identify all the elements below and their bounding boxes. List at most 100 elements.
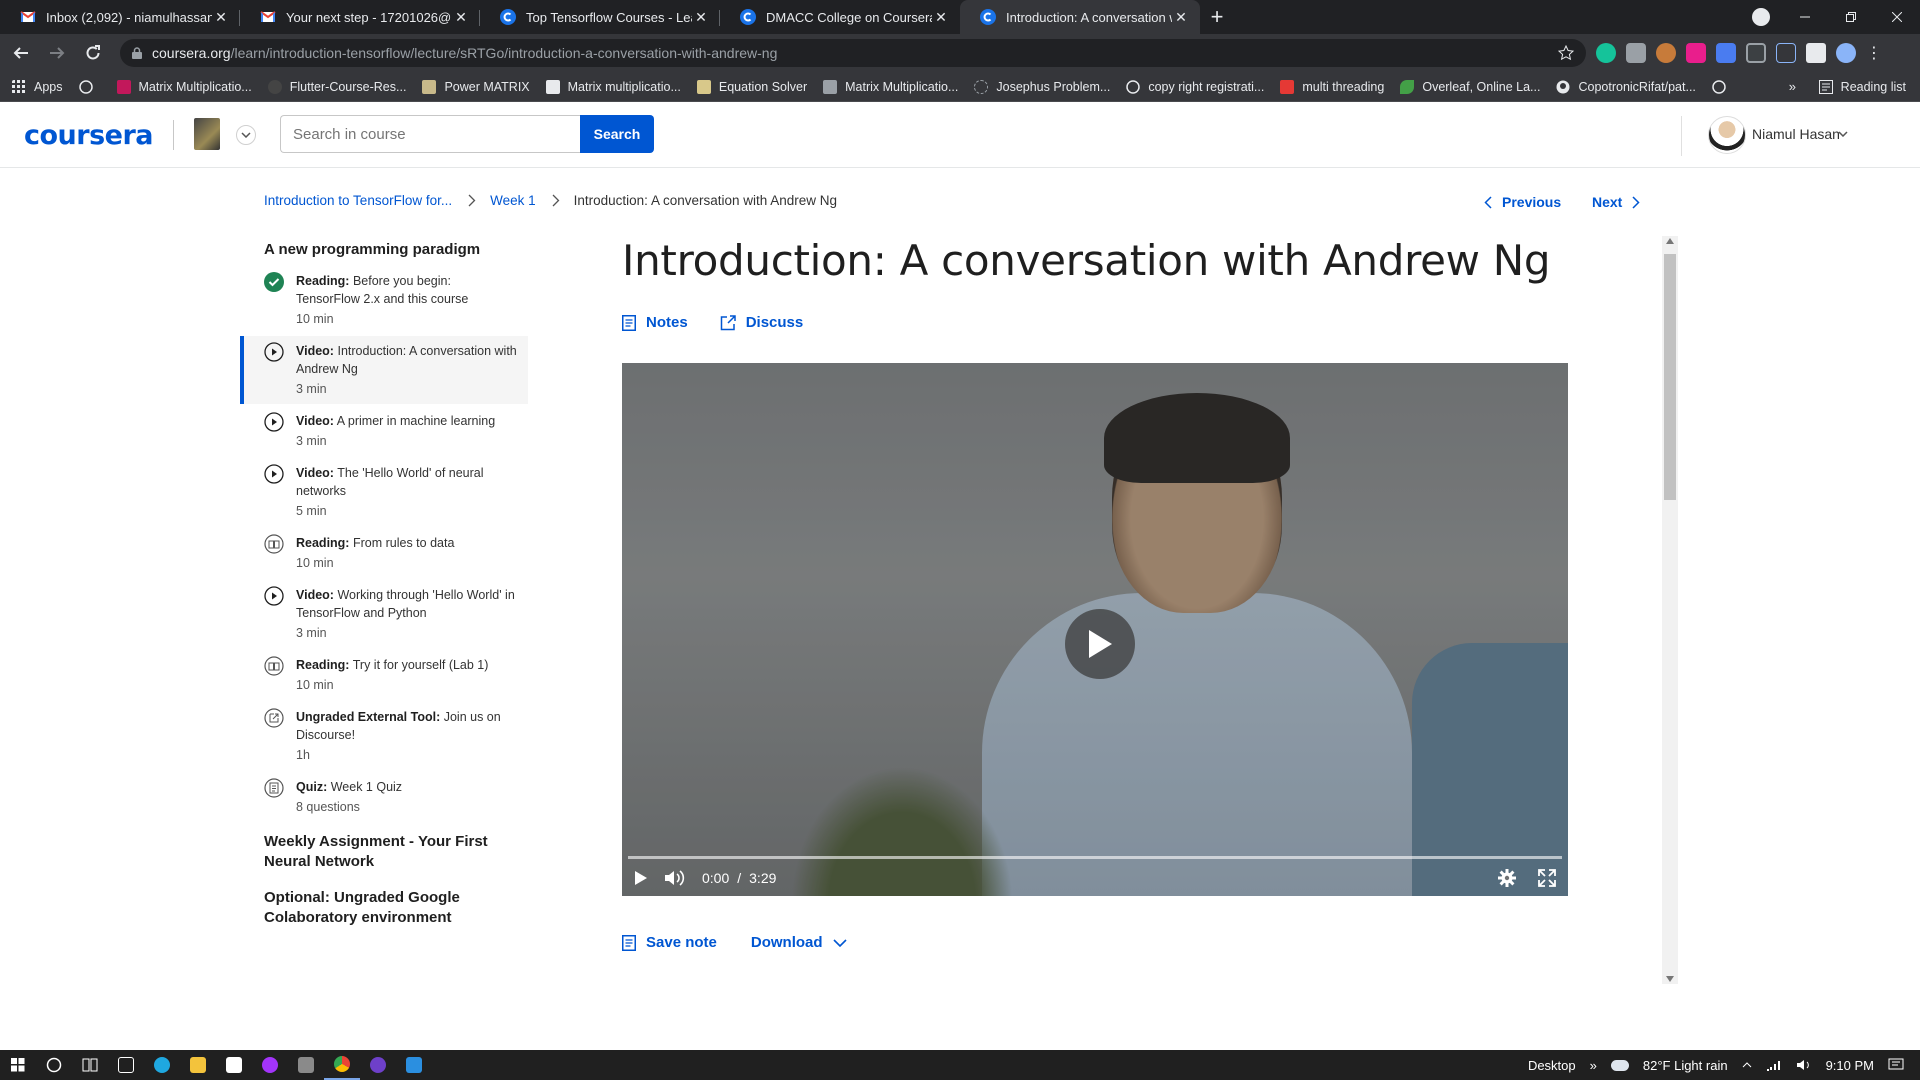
download-ext-icon[interactable] [1716, 43, 1736, 63]
puzzle-icon[interactable] [1806, 43, 1826, 63]
edge-icon[interactable] [144, 1050, 180, 1080]
volume-button[interactable] [664, 869, 686, 887]
address-bar[interactable]: coursera.org/learn/introduction-tensorfl… [120, 39, 1586, 67]
bookmark-item[interactable]: Josephus Problem... [974, 79, 1110, 94]
save-note-button[interactable]: Save note [622, 934, 717, 951]
discuss-button[interactable]: Discuss [720, 314, 803, 331]
sidebar-item[interactable]: Video: The 'Hello World' of neural netwo… [240, 464, 528, 520]
bookmark-item[interactable]: Equation Solver [696, 79, 807, 94]
user-name[interactable]: Niamul Hasan [1752, 126, 1840, 142]
previous-button[interactable]: Previous [1484, 194, 1561, 210]
sidebar-item[interactable]: Video: Working through 'Hello World' in … [240, 586, 528, 642]
tab-search-icon[interactable] [1752, 8, 1770, 26]
bookmark-item[interactable]: copy right registrati... [1126, 80, 1264, 94]
tab-close-icon[interactable]: ✕ [1172, 8, 1190, 26]
messenger-icon[interactable] [252, 1050, 288, 1080]
browser-tab[interactable]: Your next step - 17201026@uap- ✕ [240, 0, 480, 34]
sidebar-item[interactable]: Reading: Before you begin: TensorFlow 2.… [240, 272, 528, 328]
back-icon[interactable] [6, 38, 36, 68]
profile-avatar-icon[interactable] [1836, 43, 1856, 63]
content-scrollbar[interactable] [1662, 236, 1678, 984]
avatar[interactable] [1708, 116, 1746, 154]
tab-close-icon[interactable]: ✕ [932, 8, 950, 26]
bookmark-item[interactable]: Power MATRIX [422, 79, 530, 94]
breadcrumb-week-link[interactable]: Week 1 [490, 193, 536, 208]
browser-tab[interactable]: Inbox (2,092) - niamulhassan64@ ✕ [0, 0, 240, 34]
vscode-icon[interactable] [396, 1050, 432, 1080]
minimize-icon[interactable] [1782, 0, 1828, 34]
chrome-taskbar-icon[interactable] [324, 1050, 360, 1080]
weather-text[interactable]: 82°F Light rain [1643, 1058, 1728, 1073]
bookmark-apps[interactable]: Apps [12, 79, 63, 94]
mail-icon[interactable] [216, 1050, 252, 1080]
windows-start-icon[interactable] [0, 1050, 36, 1080]
restore-icon[interactable] [1828, 0, 1874, 34]
game-app-icon[interactable] [288, 1050, 324, 1080]
screen-icon[interactable] [1746, 43, 1766, 63]
extension-icon[interactable] [1656, 43, 1676, 63]
browser-tab-active[interactable]: Introduction: A conversation with ✕ [960, 0, 1200, 34]
bookmark-item[interactable] [78, 79, 101, 94]
bookmark-item[interactable]: Matrix Multiplicatio... [116, 79, 252, 94]
reading-list-button[interactable]: Reading list [1818, 72, 1906, 102]
file-explorer-icon[interactable] [180, 1050, 216, 1080]
grammarly-icon[interactable] [1596, 43, 1616, 63]
institution-chevron-down-icon[interactable] [236, 125, 256, 145]
bookmark-item[interactable]: Flutter-Course-Res... [267, 79, 406, 94]
video-player[interactable]: 0:00 / 3:29 [622, 363, 1568, 896]
sidebar-section-optional[interactable]: Optional: Ungraded Google Colaboratory e… [240, 888, 528, 928]
bookmark-item[interactable]: CopotronicRifat/pat... [1556, 80, 1696, 94]
tab-close-icon[interactable]: ✕ [212, 8, 230, 26]
video-progress-bar[interactable] [628, 856, 1562, 859]
flag-icon[interactable] [1686, 43, 1706, 63]
notes-button[interactable]: Notes [622, 314, 688, 331]
bookmarks-more-icon[interactable]: » [1789, 79, 1796, 94]
next-button[interactable]: Next [1592, 194, 1640, 210]
new-tab-button[interactable]: + [1200, 0, 1234, 34]
scroll-down-arrow-icon[interactable] [1666, 976, 1674, 982]
sidebar-section-assignment[interactable]: Weekly Assignment - Your First Neural Ne… [240, 832, 528, 872]
tab-close-icon[interactable]: ✕ [692, 8, 710, 26]
sidebar-item[interactable]: Ungraded External Tool: Join us on Disco… [240, 708, 528, 764]
tray-overflow-icon[interactable]: » [1590, 1058, 1597, 1073]
scroll-thumb[interactable] [1664, 254, 1676, 500]
notification-icon[interactable] [1888, 1058, 1904, 1072]
play-button[interactable] [634, 870, 648, 886]
network-icon[interactable] [1766, 1059, 1782, 1071]
search-input[interactable] [280, 115, 580, 153]
settings-gear-icon[interactable] [1498, 869, 1516, 887]
task-view-icon[interactable] [72, 1050, 108, 1080]
bookmark-item[interactable]: Matrix Multiplicatio... [823, 79, 958, 94]
institution-logo[interactable] [194, 118, 220, 150]
coursera-logo[interactable]: coursera [24, 120, 154, 151]
close-window-icon[interactable] [1874, 0, 1920, 34]
clock-time[interactable]: 9:10 PM [1826, 1058, 1874, 1073]
search-button[interactable]: Search [580, 115, 654, 153]
terminal-icon[interactable] [108, 1050, 144, 1080]
bookmark-item[interactable]: Overleaf, Online La... [1400, 79, 1540, 94]
bookmark-item[interactable]: Matrix multiplicatio... [545, 79, 681, 94]
cortana-search-icon[interactable] [36, 1050, 72, 1080]
download-button[interactable]: Download [751, 934, 847, 951]
chevron-up-icon[interactable] [1742, 1062, 1752, 1068]
desktop-toolbar-label[interactable]: Desktop [1528, 1058, 1576, 1073]
bookmark-item[interactable] [1712, 79, 1734, 94]
sidebar-item[interactable]: Reading: Try it for yourself (Lab 1) 10 m… [240, 656, 528, 694]
pen-icon[interactable] [1776, 43, 1796, 63]
sidebar-item[interactable]: Quiz: Week 1 Quiz 8 questions [240, 778, 528, 816]
sidebar-item[interactable]: Reading: From rules to data 10 min [240, 534, 528, 572]
sidebar-item[interactable]: Video: A primer in machine learning 3 min [240, 412, 528, 450]
tab-close-icon[interactable]: ✕ [452, 8, 470, 26]
browser-tab[interactable]: Top Tensorflow Courses - Learn T ✕ [480, 0, 720, 34]
forward-icon[interactable] [42, 38, 72, 68]
camera-icon[interactable] [1626, 43, 1646, 63]
reload-icon[interactable] [78, 38, 108, 68]
volume-icon[interactable] [1796, 1059, 1812, 1071]
sidebar-item-active[interactable]: Video: Introduction: A conversation with… [240, 336, 528, 404]
chrome-menu-icon[interactable]: ⋮ [1866, 43, 1882, 63]
browser-tab[interactable]: DMACC College on Coursera | Co ✕ [720, 0, 960, 34]
big-play-button[interactable] [1065, 609, 1135, 679]
chevron-down-icon[interactable] [1838, 131, 1848, 137]
sidebar-section-title[interactable]: A new programming paradigm [240, 240, 528, 260]
breadcrumb-course-link[interactable]: Introduction to TensorFlow for... [264, 193, 452, 208]
